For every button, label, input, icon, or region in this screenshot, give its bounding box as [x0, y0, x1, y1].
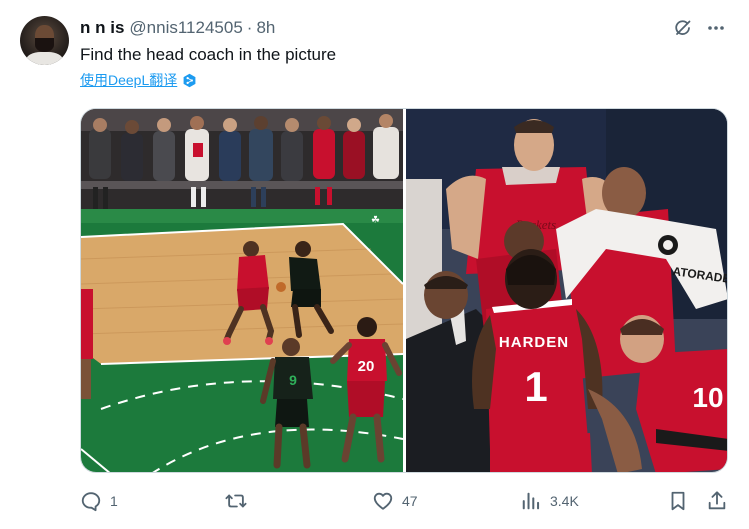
- green-jersey-number: 9: [289, 372, 297, 388]
- grok-icon[interactable]: [672, 17, 694, 39]
- heart-icon: [373, 492, 393, 510]
- reply-button[interactable]: 1: [80, 487, 118, 515]
- views-count: 3.4K: [550, 493, 579, 509]
- views-button[interactable]: 3.4K: [520, 487, 579, 515]
- media-grid[interactable]: ☘ 9 20 Rockets ATORADE HARDEN 1 10: [80, 108, 728, 473]
- like-count: 47: [402, 493, 418, 509]
- post-timestamp[interactable]: 8h: [256, 18, 275, 38]
- translate-link[interactable]: 使用DeepL翻译: [80, 70, 197, 90]
- post-text: Find the head coach in the picture: [80, 45, 337, 64]
- harden-nameplate: HARDEN: [499, 334, 569, 351]
- translate-label[interactable]: 使用DeepL翻译: [80, 70, 177, 90]
- bookmark-icon: [671, 491, 685, 511]
- deepl-icon: [183, 73, 196, 87]
- author-avatar[interactable]: [20, 16, 69, 65]
- separator-dot: ·: [246, 18, 253, 37]
- share-icon: [708, 491, 726, 510]
- more-icon[interactable]: [705, 17, 727, 39]
- bookmark-button[interactable]: [668, 487, 688, 515]
- red-jersey-number: 20: [358, 358, 375, 375]
- author-display-name[interactable]: n n is: [80, 18, 124, 38]
- photo-court-action[interactable]: ☘ 9 20: [81, 109, 403, 472]
- court-logo: ☘: [371, 215, 380, 226]
- post-actions: 1 47 3.4K: [80, 487, 728, 515]
- harden-number: 1: [524, 363, 547, 410]
- like-button[interactable]: 47: [372, 487, 418, 515]
- reply-icon: [81, 492, 101, 512]
- retweet-icon: [225, 494, 247, 508]
- share-button[interactable]: [706, 487, 728, 515]
- bench-jersey-number: 10: [692, 382, 723, 413]
- reply-count: 1: [110, 493, 118, 509]
- photo-team-huddle[interactable]: Rockets ATORADE HARDEN 1 10: [406, 109, 727, 472]
- avatar-shirt: [26, 52, 63, 65]
- avatar-beard: [35, 38, 54, 52]
- retweet-button[interactable]: [224, 487, 248, 515]
- post-header: n n is @nnis1124505 · 8h: [80, 17, 275, 39]
- views-icon: [522, 492, 540, 510]
- author-handle[interactable]: @nnis1124505: [129, 18, 242, 38]
- edge-player: [81, 289, 93, 359]
